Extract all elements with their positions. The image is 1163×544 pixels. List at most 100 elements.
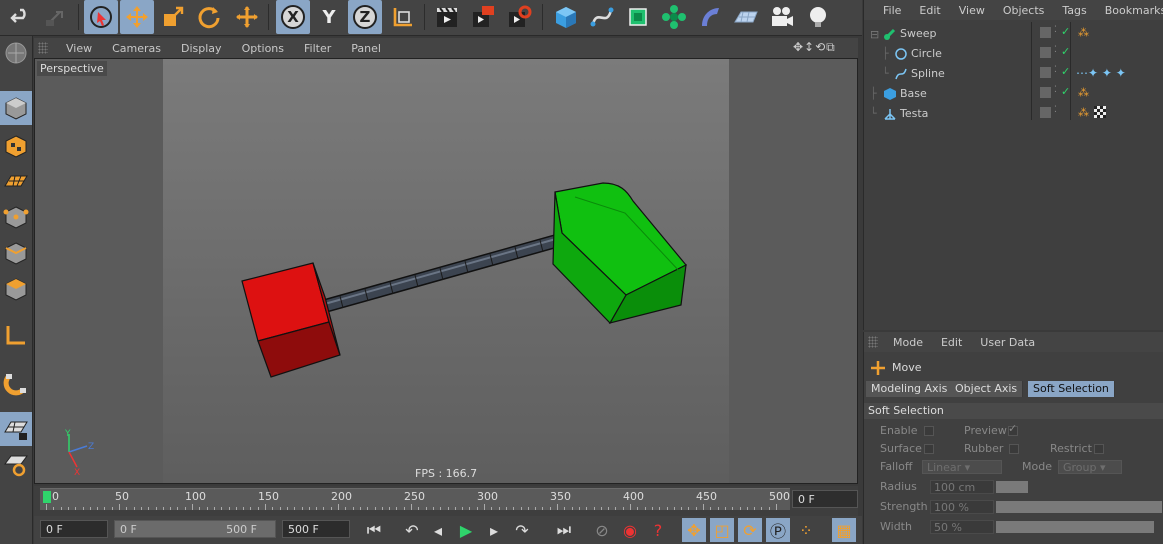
panel-grip[interactable]	[38, 42, 48, 54]
texture-tag-icon[interactable]	[1094, 106, 1106, 118]
layer-icon[interactable]	[1040, 67, 1051, 78]
menu-file[interactable]: File	[874, 4, 910, 17]
points-mode-icon[interactable]	[0, 200, 32, 234]
scale-icon[interactable]	[156, 0, 190, 34]
texture-mode-icon[interactable]	[0, 129, 32, 163]
object-row-circle[interactable]: ├ Circle ⁚ ✓	[864, 44, 1163, 64]
move-alt-icon[interactable]	[230, 0, 264, 34]
tab-soft-selection[interactable]: Soft Selection	[1028, 381, 1115, 397]
menu-display[interactable]: Display	[169, 42, 230, 55]
phong-tag-icon[interactable]: ⁂	[1078, 86, 1089, 99]
rotate-icon[interactable]	[192, 0, 226, 34]
menu-objects[interactable]: Objects	[994, 4, 1054, 17]
strength-slider[interactable]	[996, 501, 1162, 513]
lock-z-icon[interactable]: Z	[348, 0, 382, 34]
workplane-icon[interactable]	[0, 164, 32, 198]
menu-panel[interactable]: Panel	[339, 42, 389, 55]
enabled-check-icon[interactable]: ✓	[1061, 85, 1070, 98]
model-mode-icon[interactable]	[0, 91, 32, 125]
scheme-timeline-icon[interactable]: ▦	[832, 518, 856, 542]
record-keys-icon[interactable]: ⊘	[590, 518, 614, 542]
strength-field[interactable]: 100 %	[930, 500, 994, 514]
end-frame-field[interactable]: 500 F	[282, 520, 350, 538]
deformer-icon[interactable]	[693, 0, 727, 34]
menu-user-data[interactable]: User Data	[971, 336, 1044, 349]
phong-tag-icon[interactable]: ⁂	[1078, 26, 1089, 39]
phong-tag-icon[interactable]: ⁂	[1078, 106, 1089, 119]
camera-icon[interactable]	[765, 0, 799, 34]
edges-mode-icon[interactable]	[0, 236, 32, 270]
menu-view[interactable]: View	[54, 42, 100, 55]
restrict-checkbox[interactable]	[1094, 444, 1104, 454]
radius-field[interactable]: 100 cm	[930, 480, 994, 494]
key-scale-icon[interactable]: ◰	[710, 518, 734, 542]
visibility-dots[interactable]: ⁚	[1054, 85, 1057, 95]
menu-mode[interactable]: Mode	[884, 336, 932, 349]
redo-icon[interactable]	[38, 0, 72, 34]
play-icon[interactable]: ▶	[454, 518, 478, 542]
width-field[interactable]: 50 %	[930, 520, 994, 534]
viewport-3d[interactable]: Y Z X Perspective FPS : 166.7	[34, 58, 858, 484]
panel-grip[interactable]	[868, 336, 878, 348]
radius-slider[interactable]	[996, 481, 1028, 493]
render-settings-icon[interactable]	[502, 0, 536, 34]
make-editable-icon[interactable]	[0, 36, 32, 70]
surface-checkbox[interactable]	[924, 444, 934, 454]
spline-icon[interactable]	[585, 0, 619, 34]
current-frame-field[interactable]: 0 F	[792, 490, 858, 508]
start-frame-field[interactable]: 0 F	[40, 520, 108, 538]
key-point-level-icon[interactable]: ⁘	[794, 518, 818, 542]
menu-edit[interactable]: Edit	[910, 4, 949, 17]
previous-frame-icon[interactable]: ◂	[426, 518, 450, 542]
keyframe-selection-icon[interactable]: ?	[646, 518, 670, 542]
polygons-mode-icon[interactable]	[0, 272, 32, 306]
key-rotation-icon[interactable]: ⟳	[738, 518, 762, 542]
width-slider[interactable]	[996, 521, 1154, 533]
enabled-check-icon[interactable]: ✓	[1061, 45, 1070, 58]
menu-cameras[interactable]: Cameras	[100, 42, 169, 55]
render-view-icon[interactable]	[430, 0, 464, 34]
tab-modeling-axis[interactable]: Modeling Axis	[866, 381, 954, 397]
lock-x-icon[interactable]: X	[276, 0, 310, 34]
viewport-navigation-icons[interactable]: ✥↕⟲⧉	[793, 40, 836, 55]
menu-filter[interactable]: Filter	[292, 42, 339, 55]
preview-range-slider[interactable]: 0 F 500 F	[114, 520, 276, 538]
planar-icon[interactable]	[0, 448, 32, 482]
cube-icon[interactable]	[549, 0, 583, 34]
visibility-dots[interactable]: ⁚	[1054, 25, 1057, 35]
locked-workplane-icon[interactable]	[0, 412, 32, 446]
menu-bookmarks[interactable]: Bookmarks	[1096, 4, 1163, 17]
spline-tags-icon[interactable]: ⋯✦ ✦ ✦	[1076, 66, 1126, 80]
visibility-dots[interactable]: ⁚	[1054, 65, 1057, 75]
layer-icon[interactable]	[1040, 87, 1051, 98]
enabled-check-icon[interactable]: ✓	[1061, 25, 1070, 38]
key-parameter-icon[interactable]: Ⓟ	[766, 518, 790, 542]
object-row-sweep[interactable]: ⊟ Sweep ⁚ ✓ ⁂	[864, 24, 1163, 44]
object-row-spline[interactable]: └ Spline ⁚ ✓ ⋯✦ ✦ ✦	[864, 64, 1163, 84]
snapping-icon[interactable]	[0, 366, 32, 400]
next-frame-icon[interactable]: ▸	[482, 518, 506, 542]
autokey-icon[interactable]: ◉	[618, 518, 642, 542]
next-key-icon[interactable]: ↷	[510, 518, 534, 542]
key-position-icon[interactable]: ✥	[682, 518, 706, 542]
lock-y-icon[interactable]: Y	[312, 0, 346, 34]
object-row-testa[interactable]: └ Testa ⁚ ⁂	[864, 104, 1163, 124]
falloff-dropdown[interactable]: Linear ▾	[922, 460, 1002, 474]
menu-tags[interactable]: Tags	[1053, 4, 1095, 17]
layer-icon[interactable]	[1040, 47, 1051, 58]
coordinate-system-icon[interactable]	[386, 0, 420, 34]
visibility-dots[interactable]: ⁚	[1054, 45, 1057, 55]
floor-icon[interactable]	[729, 0, 763, 34]
layer-icon[interactable]	[1040, 27, 1051, 38]
menu-edit[interactable]: Edit	[932, 336, 971, 349]
axis-mode-icon[interactable]	[0, 318, 32, 352]
playhead[interactable]	[43, 491, 51, 503]
live-selection-icon[interactable]	[84, 0, 118, 34]
undo-icon[interactable]	[4, 0, 38, 34]
visibility-dots[interactable]: ⁚	[1054, 105, 1057, 115]
tab-object-axis[interactable]: Object Axis	[950, 381, 1024, 397]
object-row-base[interactable]: ├ Base ⁚ ✓ ⁂	[864, 84, 1163, 104]
array-icon[interactable]	[657, 0, 691, 34]
rubber-checkbox[interactable]	[1009, 444, 1019, 454]
camera-label[interactable]: Perspective	[37, 61, 107, 76]
